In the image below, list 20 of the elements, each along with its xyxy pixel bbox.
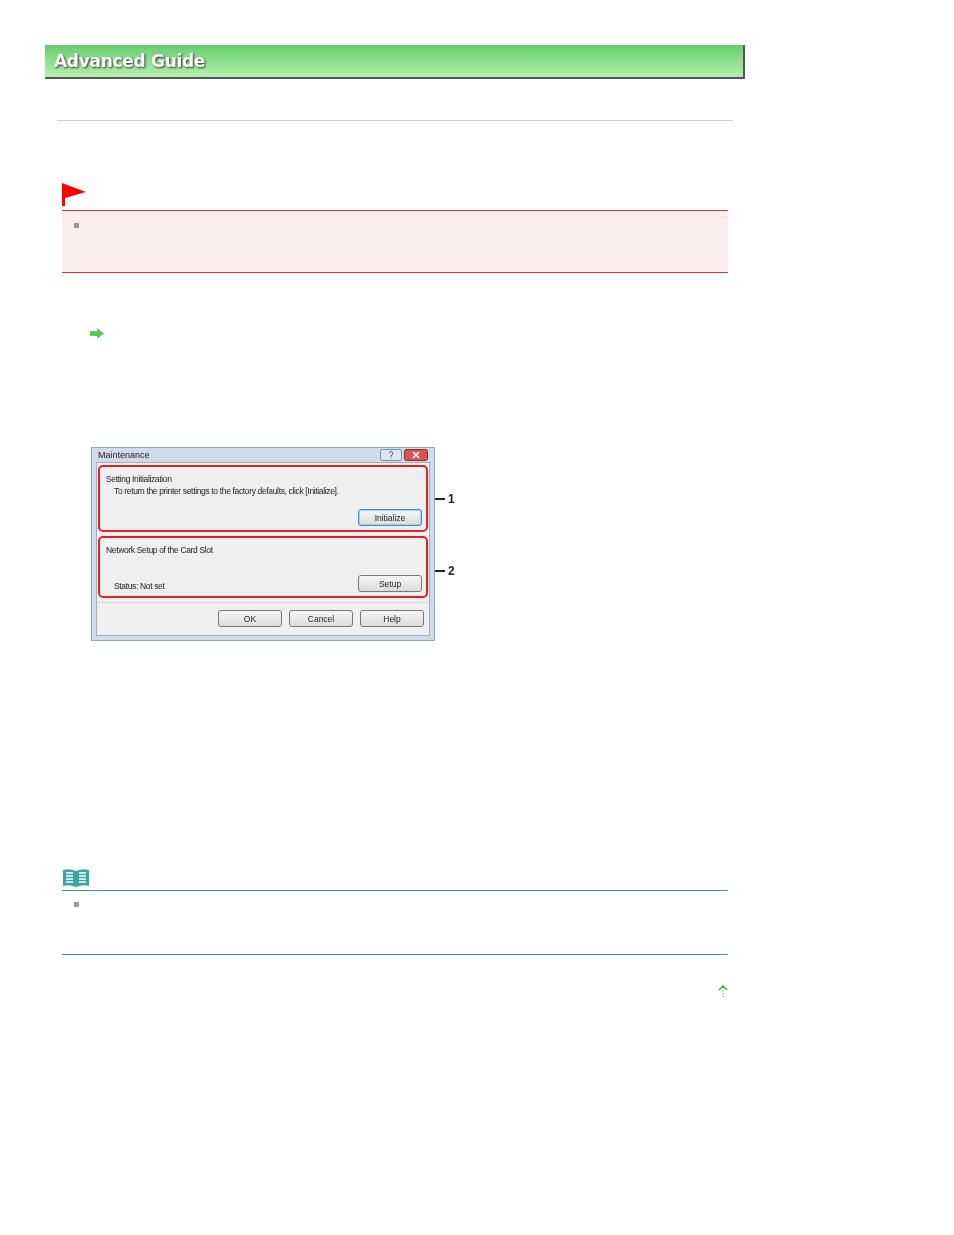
callout-number: 2 bbox=[448, 564, 455, 578]
up-arrow-icon[interactable] bbox=[718, 985, 728, 997]
bullet-icon bbox=[74, 223, 79, 228]
dialog-button[interactable]: Setup bbox=[358, 575, 422, 592]
dialog-button[interactable]: Initialize bbox=[358, 509, 422, 526]
dialog-button[interactable]: OK bbox=[218, 610, 282, 627]
bullet-icon bbox=[74, 902, 79, 907]
close-icon[interactable] bbox=[404, 449, 428, 461]
status-text: Status: Not set bbox=[114, 580, 165, 592]
arrow-icon bbox=[90, 328, 104, 339]
flag-icon bbox=[62, 183, 86, 206]
dialog-button[interactable]: Help bbox=[360, 610, 424, 627]
callout-number: 1 bbox=[448, 492, 455, 506]
group-title: Network Setup of the Card Slot bbox=[106, 544, 214, 556]
group-text: To return the printer settings to the factory defaults, click [Initialize]. bbox=[114, 485, 340, 497]
dialog-title: Maintenance bbox=[98, 450, 150, 460]
dialog-button[interactable]: Cancel bbox=[289, 610, 353, 627]
header-title: Advanced Guide bbox=[54, 51, 206, 71]
book-icon bbox=[62, 868, 90, 888]
group-title: Setting Initialization bbox=[106, 473, 173, 485]
